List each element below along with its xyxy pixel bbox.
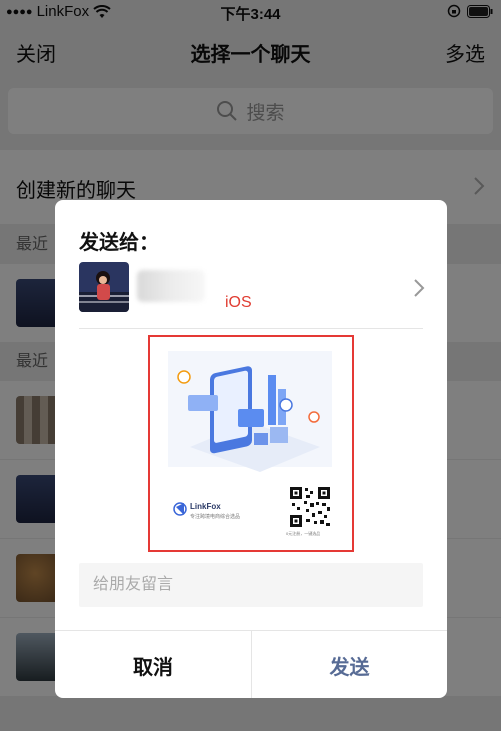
send-to-title: 发送给： [79,232,159,254]
preview-brand: LinkFox [190,502,221,511]
qr-caption: 0元注册，一键选品 [286,531,321,536]
qr-code [290,487,330,527]
ios-annotation: iOS [225,294,252,311]
divider [79,328,423,329]
recipient-row[interactable]: iOS [79,262,425,326]
recipient-avatar [79,262,129,312]
dialog-button-row: 取消 发送 [55,630,447,698]
cancel-button[interactable]: 取消 [55,631,251,698]
mini-program-preview-card[interactable]: LinkFox 专注跨境电商综合选品 0元注册，一键选品 [148,335,354,552]
recipient-name-blurred [137,270,205,302]
message-input[interactable] [79,563,423,607]
preview-slogan: 专注跨境电商综合选品 [190,514,241,520]
chevron-right-icon [414,279,425,297]
preview-illustration [168,351,332,527]
send-button[interactable]: 发送 [251,631,447,698]
share-dialog: 发送给： iOS LinkFox 专注跨境电商综合选品 0元注册，一键选品 给朋… [55,200,447,698]
